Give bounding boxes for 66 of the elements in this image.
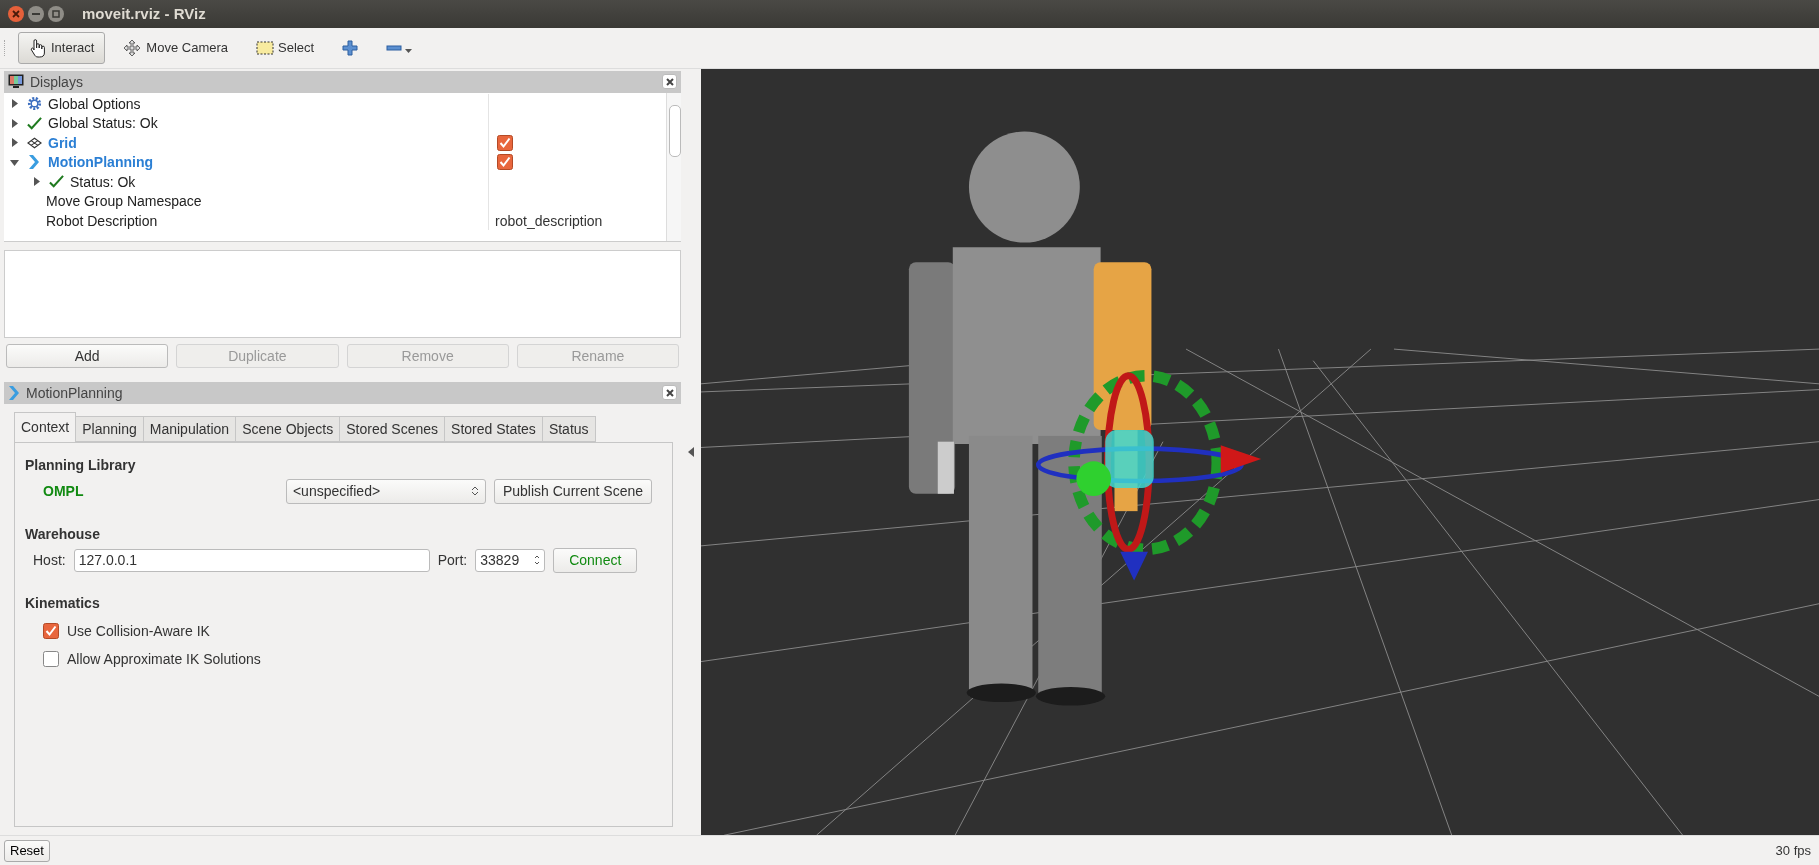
selection-rectangle-icon (256, 39, 274, 56)
field-label: Port: (437, 552, 468, 569)
select-tool-button[interactable]: Select (245, 31, 326, 64)
field-label: Host: (33, 552, 66, 569)
move-camera-tool-button[interactable]: Move Camera (111, 31, 239, 64)
reset-button[interactable]: Reset (4, 839, 50, 862)
chevron-icon (8, 384, 20, 401)
maximize-icon[interactable] (48, 5, 64, 22)
host-field[interactable]: 127.0.0.1 (73, 548, 430, 572)
close-icon[interactable] (662, 74, 677, 90)
check-icon (26, 115, 42, 131)
check-icon (48, 174, 64, 190)
library-name: OMPL (42, 483, 84, 500)
section-heading: Warehouse (25, 525, 101, 542)
tree-item[interactable]: Grid (48, 134, 77, 151)
checkbox-label: Use Collision-Aware IK (67, 622, 210, 639)
collapse-arrow-icon[interactable] (10, 157, 19, 167)
close-icon[interactable] (8, 5, 24, 22)
checkbox-label: Allow Approximate IK Solutions (67, 650, 261, 667)
tab[interactable]: Context (14, 411, 77, 442)
tree-item[interactable]: Global Status: Ok (48, 115, 158, 132)
tab[interactable]: Status (542, 415, 596, 442)
expand-arrow-icon[interactable] (32, 177, 41, 187)
connect-button[interactable]: Connect (553, 547, 638, 573)
publish-button[interactable]: Publish Current Scene (493, 478, 652, 504)
tab[interactable]: Stored Scenes (340, 415, 446, 442)
tree-item[interactable]: Status: Ok (70, 173, 136, 190)
spinner-arrows-icon (470, 485, 479, 498)
tab[interactable]: Stored States (445, 415, 543, 442)
gear-icon (26, 96, 42, 112)
tab[interactable]: Scene Objects (236, 415, 341, 442)
minimize-icon[interactable] (28, 5, 44, 22)
section-heading: Planning Library (25, 456, 137, 473)
tree-item[interactable]: Move Group Namespace (46, 193, 202, 210)
scrollbar[interactable] (666, 92, 681, 241)
tab[interactable]: Planning (76, 415, 144, 442)
collapse-arrow-icon[interactable] (688, 446, 694, 457)
plus-icon (342, 39, 359, 56)
fps-counter: 30 fps (1775, 843, 1811, 859)
expand-arrow-icon[interactable] (10, 99, 19, 109)
tree-item[interactable]: Global Options (48, 95, 141, 112)
property-value: robot_description (495, 212, 603, 229)
planner-dropdown[interactable]: <unspecified> (285, 478, 486, 504)
panel-button[interactable]: Add (6, 343, 169, 368)
section-heading: Kinematics (25, 594, 101, 611)
3d-viewport[interactable] (701, 68, 1819, 836)
expand-arrow-icon[interactable] (10, 118, 19, 128)
checkbox[interactable] (497, 134, 513, 151)
grid-icon (26, 136, 42, 149)
dock-title: MotionPlanning (26, 384, 123, 401)
chevron-icon (28, 154, 40, 171)
tree-item[interactable]: MotionPlanning (48, 154, 153, 171)
tab[interactable]: Manipulation (143, 415, 237, 442)
checkbox[interactable] (497, 154, 513, 171)
checkbox[interactable] (43, 650, 59, 667)
dock-title: Displays (30, 73, 83, 90)
close-icon[interactable] (662, 385, 677, 401)
checkbox[interactable] (43, 622, 59, 639)
interact-tool-button[interactable]: Interact (18, 31, 106, 64)
expand-arrow-icon[interactable] (10, 138, 19, 148)
window-title: moveit.rviz - RViz (82, 5, 206, 23)
port-field[interactable]: 33829 (475, 548, 546, 572)
move-arrows-icon (122, 38, 143, 57)
tree-item[interactable]: Robot Description (46, 212, 158, 229)
monitor-icon (8, 74, 24, 90)
hand-icon (29, 37, 47, 58)
